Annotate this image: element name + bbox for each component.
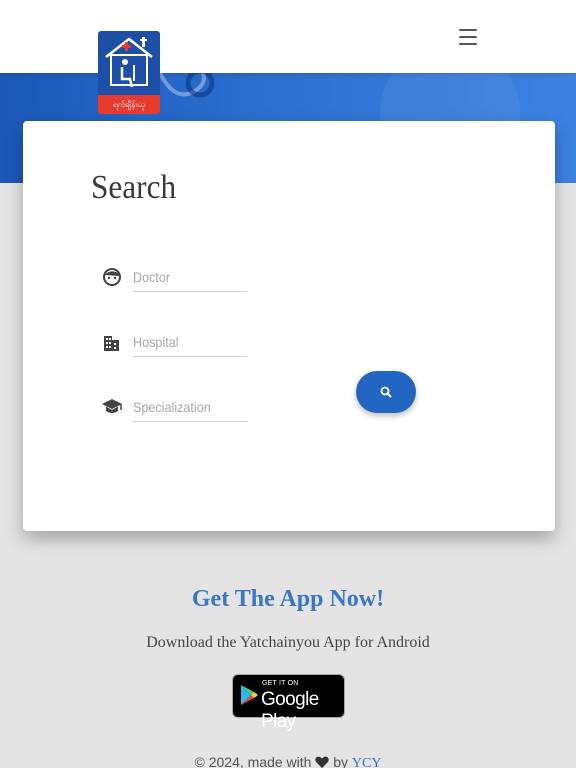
doctor-input[interactable] [133,262,248,292]
footer-prefix: © 2024, made with [194,754,312,768]
hamburger-menu-icon[interactable] [456,26,480,48]
doctor-field [101,258,261,298]
footer-by: by [333,754,349,768]
hospital-input[interactable] [133,327,248,357]
graduation-cap-icon [102,399,122,413]
specialization-field [101,388,261,428]
clinic-house-logo-icon [105,37,153,88]
search-button[interactable] [356,371,416,413]
building-icon [104,336,119,351]
specialization-input[interactable] [133,392,248,422]
search-icon [380,386,392,398]
google-play-badge[interactable]: GET IT ON Google Play [232,674,345,732]
heart-icon [315,756,330,768]
badge-big-text: Google Play [261,689,319,732]
site-logo[interactable]: ရက်ချိန်းယူ [98,31,160,114]
ycy-link[interactable]: YCY [352,756,382,768]
search-title: Search [91,169,177,206]
google-play-icon [241,685,258,705]
get-app-subtitle: Download the Yatchainyou App for Android [146,634,430,651]
face-icon [103,268,121,286]
footer: © 2024, made with by YCY [0,754,576,768]
logo-caption-band: ရက်ချိန်းယူ [98,95,160,114]
get-app-heading: Get The App Now! [191,586,385,612]
badge-small-text: GET IT ON [262,680,299,687]
search-card: Search [23,121,555,531]
hospital-field [101,323,261,363]
top-navbar [0,0,576,73]
